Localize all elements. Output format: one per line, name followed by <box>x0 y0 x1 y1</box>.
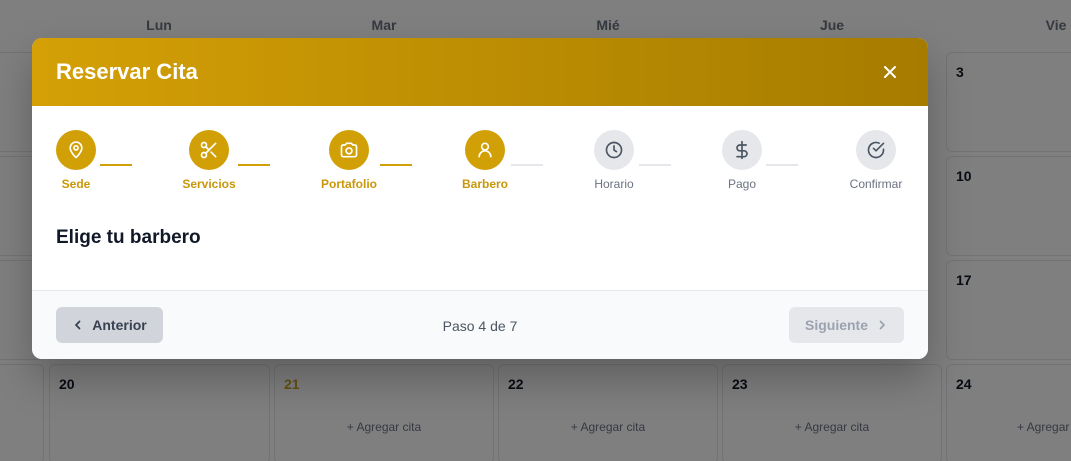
step-circle <box>329 130 369 170</box>
step-label: Portafolio <box>321 177 377 191</box>
clock-icon <box>605 141 623 159</box>
step-pago[interactable]: Pago <box>702 130 782 191</box>
step-label: Sede <box>61 177 91 191</box>
chevron-right-icon <box>879 320 885 330</box>
step-label: Pago <box>727 177 757 191</box>
check-circle-icon <box>867 141 885 159</box>
next-button-label: Siguiente <box>804 317 868 333</box>
close-button[interactable] <box>876 58 904 86</box>
close-icon <box>884 66 896 78</box>
step-circle <box>722 130 762 170</box>
step-confirmar[interactable]: Confirmar <box>836 130 916 191</box>
user-icon <box>478 142 492 158</box>
step-label: Confirmar <box>849 177 903 191</box>
step-servicios[interactable]: Servicios <box>169 130 249 191</box>
step-circle <box>189 130 229 170</box>
step-circle <box>465 130 505 170</box>
step-sede[interactable]: Sede <box>36 130 116 191</box>
section-title: Elige tu barbero <box>56 227 201 248</box>
step-horario[interactable]: Horario <box>574 130 654 191</box>
step-barbero[interactable]: Barbero <box>445 130 525 191</box>
dollar-icon <box>736 140 748 160</box>
step-circle <box>856 130 896 170</box>
step-label: Servicios <box>182 177 236 191</box>
step-portafolio[interactable]: Portafolio <box>309 130 389 191</box>
step-label: Barbero <box>461 177 508 191</box>
scissors-icon <box>200 141 217 159</box>
location-pin-icon <box>69 141 83 159</box>
modal-footer: Anterior Paso 4 de 7 Siguiente <box>32 290 928 359</box>
next-button[interactable]: Siguiente <box>789 307 904 343</box>
camera-icon <box>340 142 358 158</box>
step-label: Horario <box>594 177 634 191</box>
booking-modal: Reservar Cita Sede Servicios Portafolio … <box>32 38 928 359</box>
step-circle <box>56 130 96 170</box>
stepper: Sede Servicios Portafolio Barbero Horari… <box>32 106 928 196</box>
step-circle <box>594 130 634 170</box>
modal-header: Reservar Cita <box>32 38 928 106</box>
modal-title: Reservar Cita <box>56 59 198 84</box>
